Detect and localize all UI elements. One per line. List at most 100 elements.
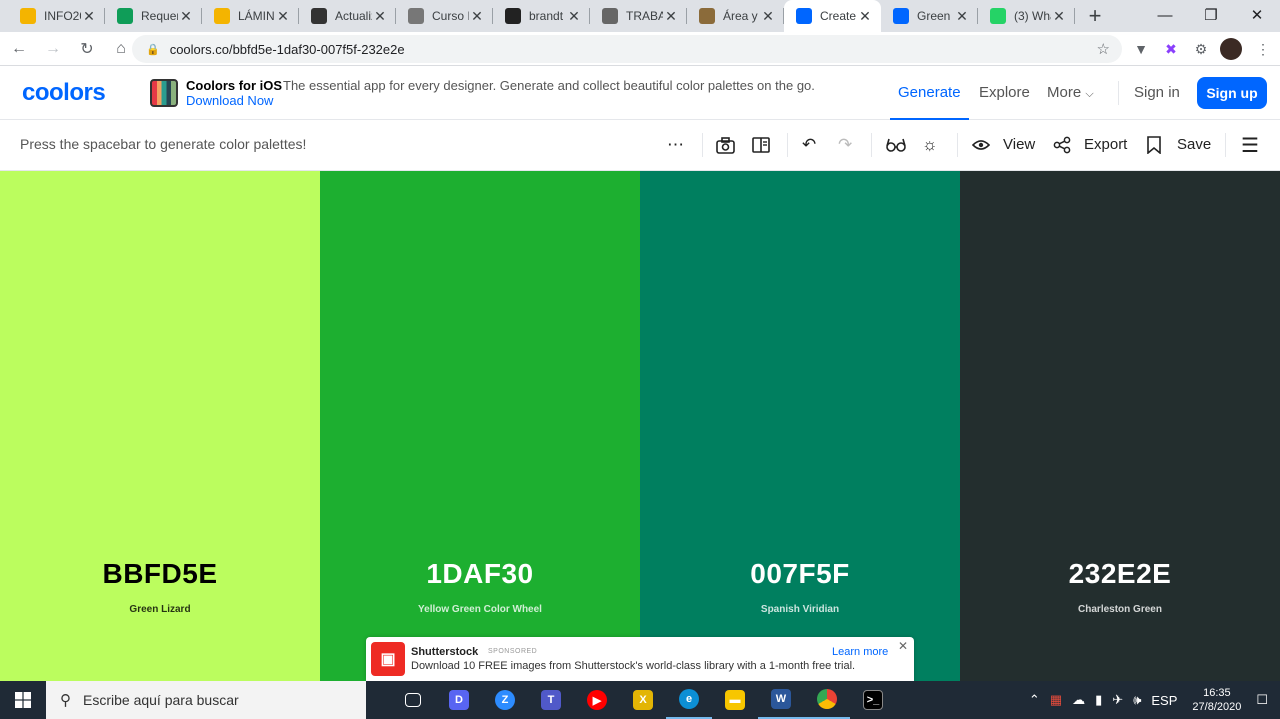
ad-close-icon[interactable]: ✕	[898, 639, 908, 653]
terminal-icon[interactable]: >_	[850, 681, 896, 719]
browser-tab[interactable]: Green c✕	[881, 0, 978, 32]
toolbar-divider	[702, 133, 703, 157]
color-swatch[interactable]: 232E2E Charleston Green	[960, 171, 1280, 681]
sun-icon[interactable]: ☼	[922, 134, 938, 156]
tab-favicon-icon	[990, 8, 1006, 24]
new-tab-icon[interactable]: +	[1081, 0, 1109, 32]
toolbar-divider	[1225, 133, 1226, 157]
swatch-hex[interactable]: 007F5F	[640, 558, 960, 590]
tray-chevron-icon[interactable]: ⌃	[1029, 692, 1040, 708]
language-indicator[interactable]: ESP	[1151, 693, 1177, 708]
profile-avatar[interactable]	[1220, 38, 1242, 60]
clock[interactable]: 16:35 27/8/2020	[1192, 686, 1241, 714]
teams-icon[interactable]: T	[528, 681, 574, 719]
sign-up-button[interactable]: Sign up	[1197, 77, 1267, 109]
color-swatch[interactable]: 007F5F Spanish Viridian	[640, 171, 960, 681]
side-panel-icon[interactable]	[752, 134, 770, 156]
save-button[interactable]: Save	[1177, 136, 1211, 153]
ios-app-thumbnail[interactable]	[150, 79, 178, 107]
ad-learn-more-link[interactable]: Learn more	[832, 646, 888, 658]
notifications-icon[interactable]: ☐	[1256, 692, 1268, 708]
word-icon[interactable]: W	[758, 681, 804, 719]
nav-more[interactable]: More ⌵	[1047, 84, 1094, 101]
color-swatch[interactable]: 1DAF30 Yellow Green Color Wheel	[320, 171, 640, 681]
zoom-icon[interactable]: Z	[482, 681, 528, 719]
taskbar-search[interactable]: ⚲ Escribe aquí para buscar	[46, 681, 366, 719]
browser-tab[interactable]: TRABA ✕	[590, 0, 687, 32]
onedrive-icon[interactable]: ☁	[1072, 692, 1085, 708]
sponsored-ad[interactable]: ▣ Shutterstock SPONSORED Download 10 FRE…	[366, 637, 914, 681]
tab-close-icon[interactable]: ✕	[1051, 8, 1067, 25]
download-now-link[interactable]: Download Now	[186, 93, 273, 108]
file-explorer-icon[interactable]: ▬	[712, 681, 758, 719]
volume-icon[interactable]: 🕪	[1133, 692, 1141, 708]
purple-extension-icon[interactable]: ✖	[1160, 38, 1182, 60]
forward-icon[interactable]: →	[38, 34, 68, 64]
back-icon[interactable]: ←	[4, 34, 34, 64]
close-window-icon[interactable]: ✕	[1234, 0, 1280, 30]
filter-extension-icon[interactable]: ▼	[1130, 38, 1152, 60]
clock-date: 27/8/2020	[1192, 701, 1242, 713]
minimize-icon[interactable]: —	[1142, 0, 1188, 30]
xbox-game-icon[interactable]: X	[620, 681, 666, 719]
browser-tab[interactable]: Create ✕	[784, 0, 881, 32]
undo-icon[interactable]: ↶	[802, 134, 816, 156]
browser-tab[interactable]: (3) Wha✕	[978, 0, 1075, 32]
menu-kebab-icon[interactable]: ⋮	[1252, 38, 1274, 60]
camera-icon[interactable]	[716, 134, 735, 156]
tab-close-icon[interactable]: ✕	[663, 8, 679, 25]
hamburger-menu-icon[interactable]: ☰	[1241, 134, 1259, 157]
swatch-color-name[interactable]: Yellow Green Color Wheel	[320, 604, 640, 615]
nav-divider	[1118, 81, 1119, 105]
nav-generate[interactable]: Generate	[898, 84, 961, 101]
swatch-hex[interactable]: 1DAF30	[320, 558, 640, 590]
redo-icon[interactable]: ↷	[838, 134, 852, 156]
battery-icon[interactable]: ▮	[1095, 692, 1102, 708]
coolors-logo[interactable]: coolors	[22, 79, 106, 107]
more-options-icon[interactable]: ⋯	[667, 134, 684, 156]
discord-icon[interactable]: D	[436, 681, 482, 719]
color-swatch[interactable]: BBFD5E Green Lizard	[0, 171, 320, 681]
browser-tab[interactable]: brandt ✕	[493, 0, 590, 32]
reload-icon[interactable]: ↻	[72, 34, 102, 64]
browser-tab[interactable]: INFO20✕	[8, 0, 105, 32]
eye-icon[interactable]	[972, 134, 990, 156]
tab-close-icon[interactable]: ✕	[81, 8, 97, 25]
tab-close-icon[interactable]: ✕	[566, 8, 582, 25]
antivirus-icon[interactable]: ▦	[1050, 692, 1062, 708]
tab-close-icon[interactable]: ✕	[178, 8, 194, 25]
chrome-icon[interactable]	[804, 681, 850, 719]
swatch-color-name[interactable]: Charleston Green	[960, 604, 1280, 615]
tab-close-icon[interactable]: ✕	[469, 8, 485, 25]
share-icon[interactable]	[1053, 134, 1071, 156]
youtube-music-icon[interactable]: ▶	[574, 681, 620, 719]
airplane-icon[interactable]: ✈	[1112, 692, 1123, 708]
swatch-color-name[interactable]: Green Lizard	[0, 604, 320, 615]
swatch-hex[interactable]: 232E2E	[960, 558, 1280, 590]
bookmark-icon[interactable]	[1147, 134, 1161, 156]
tab-close-icon[interactable]: ✕	[372, 8, 388, 25]
browser-tab[interactable]: Requer ✕	[105, 0, 202, 32]
puzzle-extensions-icon[interactable]: ⚙	[1190, 38, 1212, 60]
tab-close-icon[interactable]: ✕	[857, 8, 873, 25]
bookmark-star-icon[interactable]: ☆	[1097, 40, 1110, 58]
nav-explore[interactable]: Explore	[979, 84, 1030, 101]
swatch-hex[interactable]: BBFD5E	[0, 558, 320, 590]
export-button[interactable]: Export	[1084, 136, 1127, 153]
tab-close-icon[interactable]: ✕	[760, 8, 776, 25]
tab-close-icon[interactable]: ✕	[954, 8, 970, 25]
restore-icon[interactable]: ❐	[1188, 0, 1234, 30]
browser-tab[interactable]: Área y ✕	[687, 0, 784, 32]
task-view-icon[interactable]	[390, 681, 436, 719]
browser-tab[interactable]: LÁMIN ✕	[202, 0, 299, 32]
tab-close-icon[interactable]: ✕	[275, 8, 291, 25]
windows-start-icon[interactable]	[0, 681, 46, 719]
edge-icon[interactable]: e	[666, 681, 712, 719]
view-button[interactable]: View	[1003, 136, 1035, 153]
swatch-color-name[interactable]: Spanish Viridian	[640, 604, 960, 615]
sign-in-link[interactable]: Sign in	[1134, 84, 1180, 101]
browser-tab[interactable]: Curso I ✕	[396, 0, 493, 32]
glasses-icon[interactable]	[886, 134, 906, 156]
address-bar[interactable]: 🔒 coolors.co/bbfd5e-1daf30-007f5f-232e2e…	[132, 35, 1122, 63]
browser-tab[interactable]: Actualiz✕	[299, 0, 396, 32]
